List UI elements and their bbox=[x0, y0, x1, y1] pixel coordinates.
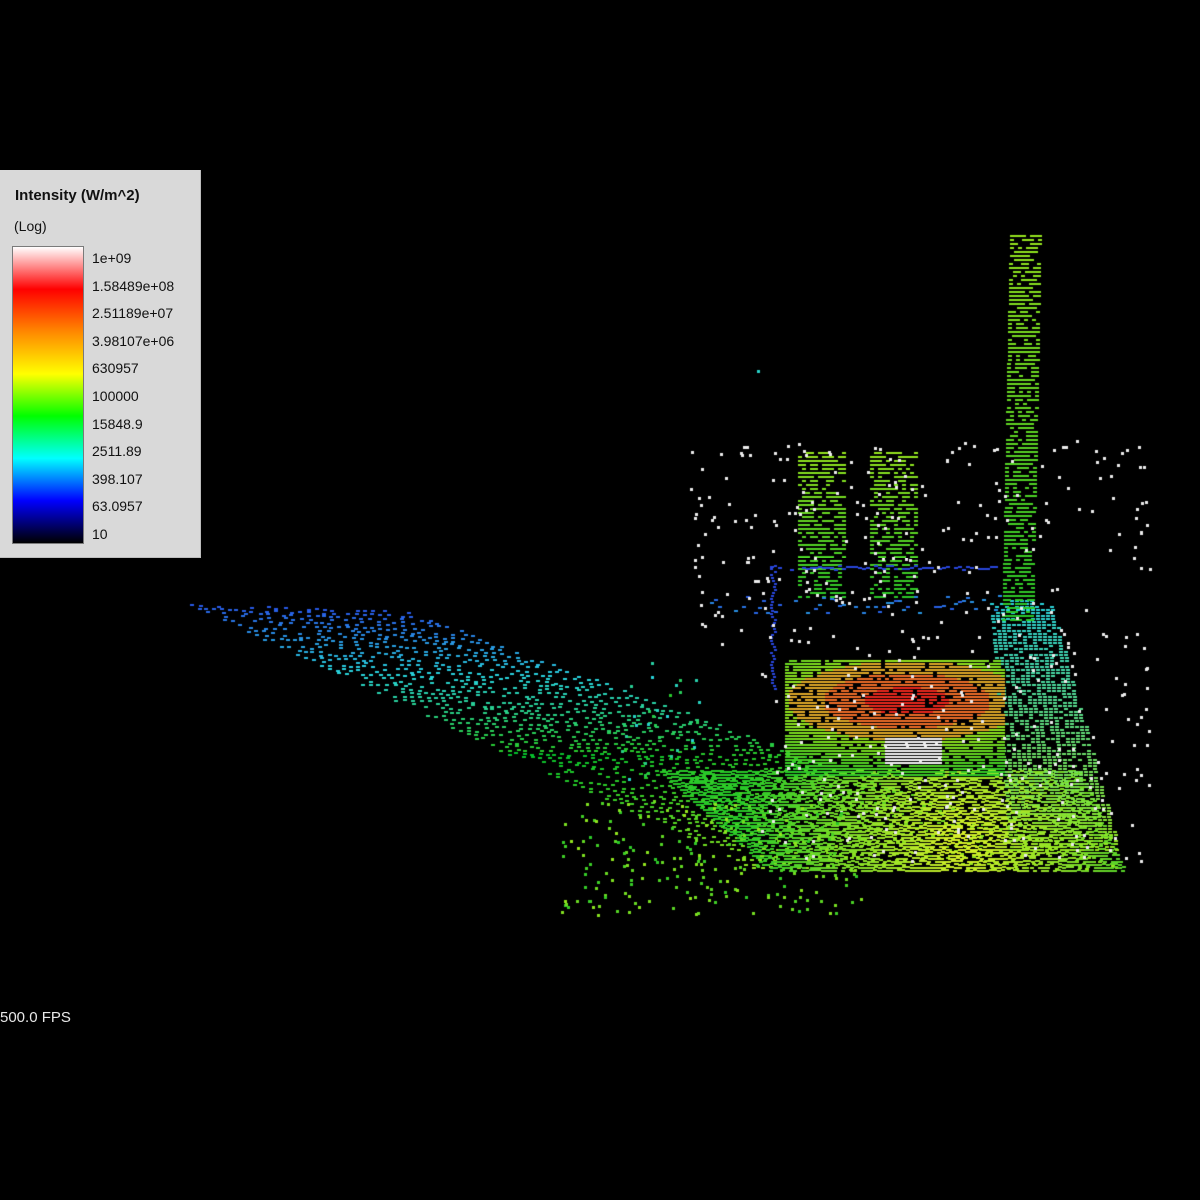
legend-tick-label: 2511.89 bbox=[92, 443, 142, 459]
legend-tick-label: 15848.9 bbox=[92, 416, 143, 432]
legend-tick-label: 100000 bbox=[92, 388, 139, 404]
legend-tick-label: 1.58489e+08 bbox=[92, 278, 175, 294]
legend-title: Intensity (W/m^2) bbox=[15, 187, 140, 204]
legend-tick-label: 63.0957 bbox=[92, 498, 143, 514]
legend-scale-label: (Log) bbox=[14, 218, 47, 234]
point-cloud-viewport[interactable]: Intensity (W/m^2) (Log) 1e+09 1.58489e+0… bbox=[0, 0, 1200, 1200]
legend-tick-label: 10 bbox=[92, 526, 108, 542]
legend-tick-label: 2.51189e+07 bbox=[92, 305, 174, 321]
legend-color-bar bbox=[12, 246, 84, 544]
legend-tick-label: 3.98107e+06 bbox=[92, 333, 175, 349]
fps-readout: 500.0 FPS bbox=[0, 1009, 71, 1026]
intensity-legend: Intensity (W/m^2) (Log) 1e+09 1.58489e+0… bbox=[0, 170, 201, 558]
legend-tick-label: 630957 bbox=[92, 360, 139, 376]
legend-tick-label: 398.107 bbox=[92, 471, 143, 487]
legend-tick-label: 1e+09 bbox=[92, 250, 132, 266]
